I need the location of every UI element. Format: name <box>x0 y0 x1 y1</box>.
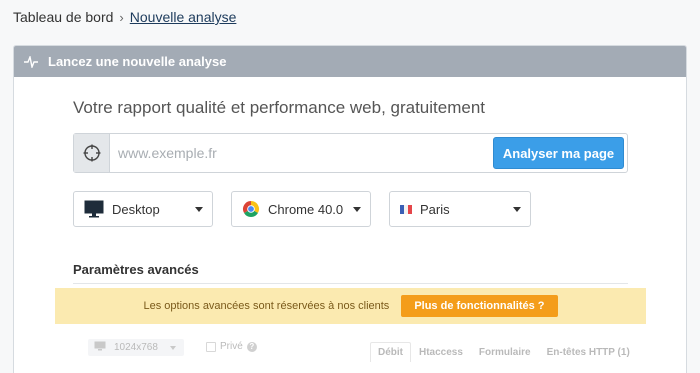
url-input[interactable] <box>110 134 490 172</box>
location-select[interactable]: Paris <box>389 191 531 227</box>
private-checkbox <box>206 341 216 352</box>
upsell-banner: Les options avancées sont réservées à no… <box>55 288 646 324</box>
advanced-settings-title: Paramètres avancés <box>73 262 199 277</box>
pulse-icon <box>24 55 38 68</box>
breadcrumb-parent-link[interactable]: Tableau de bord <box>13 9 113 25</box>
advanced-tabs: Débit Htaccess Formulaire En-têtes HTTP … <box>370 342 638 362</box>
test-settings: Desktop Chrome 40.0 Paris <box>73 191 531 227</box>
tab-formulaire: Formulaire <box>478 347 531 358</box>
browser-select-value: Chrome 40.0 <box>268 201 344 217</box>
target-icon <box>83 144 100 162</box>
disabled-advanced-options: 1024x768 Privé ? Débit Htaccess Formulai… <box>88 339 648 373</box>
upsell-text: Les options avancées sont réservées à no… <box>143 300 390 312</box>
analyze-button[interactable]: Analyser ma page <box>493 137 624 169</box>
private-label: Privé <box>220 341 243 352</box>
chrome-icon <box>242 200 260 218</box>
tagline: Votre rapport qualité et performance web… <box>73 98 486 117</box>
chevron-down-icon <box>353 207 361 212</box>
panel-header: Lancez une nouvelle analyse <box>14 46 686 77</box>
tab-http-headers: En-têtes HTTP (1) <box>546 347 630 358</box>
browser-select[interactable]: Chrome 40.0 <box>231 191 371 227</box>
url-icon-box <box>74 134 110 172</box>
resolution-value: 1024x768 <box>114 342 158 353</box>
device-select-value: Desktop <box>112 201 160 217</box>
panel-title: Lancez une nouvelle analyse <box>48 54 227 69</box>
tab-htaccess: Htaccess <box>419 347 463 358</box>
monitor-icon <box>94 341 106 354</box>
breadcrumb-current-link[interactable]: Nouvelle analyse <box>130 9 237 25</box>
divider <box>73 283 628 284</box>
tab-debit: Débit <box>370 342 411 362</box>
help-icon: ? <box>246 341 257 352</box>
url-form: Analyser ma page <box>73 133 628 173</box>
monitor-icon <box>84 200 104 218</box>
resolution-select: 1024x768 <box>88 339 184 356</box>
more-features-button[interactable]: Plus de fonctionnalités ? <box>401 295 558 317</box>
france-flag-icon <box>400 204 412 214</box>
breadcrumb: Tableau de bord › Nouvelle analyse <box>13 9 236 25</box>
chevron-down-icon <box>195 207 203 212</box>
location-select-value: Paris <box>420 201 450 217</box>
new-analysis-panel: Lancez une nouvelle analyse Votre rappor… <box>13 45 687 373</box>
chevron-down-icon <box>513 207 521 212</box>
private-option: Privé ? <box>206 341 257 352</box>
chevron-down-icon <box>169 345 176 350</box>
device-select[interactable]: Desktop <box>73 191 213 227</box>
breadcrumb-separator: › <box>119 9 124 25</box>
